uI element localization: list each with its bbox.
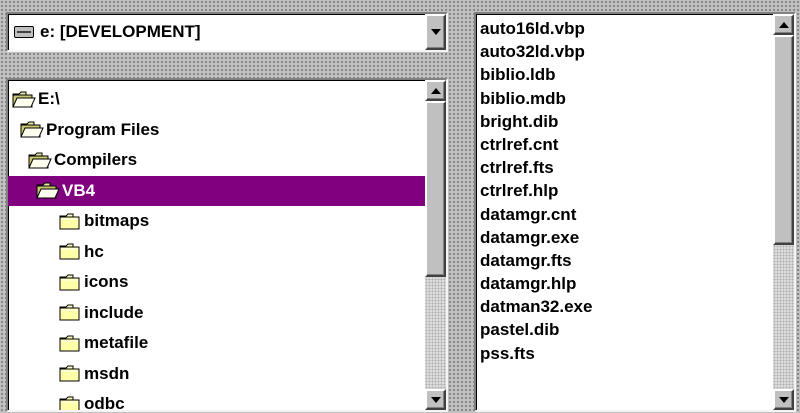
directory-list[interactable]: E:\ Program Files Compilers VB4 bitmaps hc ico… bbox=[6, 78, 448, 412]
directory-item[interactable]: Compilers bbox=[8, 145, 425, 176]
closed-folder-icon bbox=[58, 274, 82, 291]
arrow-up-icon bbox=[778, 21, 789, 28]
directory-item[interactable]: metafile bbox=[8, 328, 425, 359]
drive-combo-display[interactable]: e: [DEVELOPMENT] bbox=[8, 14, 425, 50]
directory-item-label: metafile bbox=[84, 333, 149, 353]
file-item[interactable]: datamgr.cnt bbox=[476, 203, 773, 226]
directory-item-label: odbc bbox=[84, 394, 125, 410]
directory-item-label: Program Files bbox=[46, 119, 160, 139]
file-item[interactable]: datamgr.hlp bbox=[476, 272, 773, 295]
directory-scroll-down-button[interactable] bbox=[425, 389, 446, 410]
arrow-up-icon bbox=[430, 87, 441, 94]
open-folder-icon bbox=[36, 182, 60, 199]
file-item[interactable]: biblio.mdb bbox=[476, 87, 773, 110]
open-folder-icon bbox=[28, 152, 52, 169]
file-scroll-track[interactable] bbox=[773, 35, 794, 389]
closed-folder-icon bbox=[58, 213, 82, 230]
open-folder-icon bbox=[12, 91, 36, 108]
arrow-down-icon bbox=[778, 396, 789, 403]
directory-item-label: Compilers bbox=[54, 150, 138, 170]
directory-scrollbar[interactable] bbox=[425, 80, 446, 410]
arrow-down-icon bbox=[430, 396, 441, 403]
closed-folder-icon bbox=[58, 243, 82, 260]
file-item[interactable]: ctrlref.fts bbox=[476, 156, 773, 179]
directory-item[interactable]: VB4 bbox=[8, 175, 425, 206]
closed-folder-icon bbox=[58, 304, 82, 321]
directory-scroll-thumb[interactable] bbox=[425, 101, 446, 277]
closed-folder-icon bbox=[58, 365, 82, 382]
file-item[interactable]: auto16ld.vbp bbox=[476, 17, 773, 40]
directory-item[interactable]: bitmaps bbox=[8, 206, 425, 237]
file-item[interactable]: auto32ld.vbp bbox=[476, 40, 773, 63]
open-folder-icon bbox=[20, 121, 44, 138]
directory-scroll-up-button[interactable] bbox=[425, 80, 446, 101]
file-list-items: auto16ld.vbp auto32ld.vbp biblio.ldb biblio… bbox=[476, 14, 773, 410]
closed-folder-icon bbox=[58, 335, 82, 352]
file-scroll-thumb[interactable] bbox=[773, 35, 794, 245]
directory-list-items: E:\ Program Files Compilers VB4 bitmaps hc ico… bbox=[8, 80, 425, 410]
directory-item[interactable]: odbc bbox=[8, 389, 425, 410]
directory-item[interactable]: msdn bbox=[8, 359, 425, 390]
file-item[interactable]: pss.fts bbox=[476, 342, 773, 365]
file-scroll-down-button[interactable] bbox=[773, 389, 794, 410]
file-item[interactable]: bright.dib bbox=[476, 110, 773, 133]
directory-item[interactable]: hc bbox=[8, 237, 425, 268]
file-item[interactable]: datamgr.fts bbox=[476, 249, 773, 272]
file-item[interactable]: pastel.dib bbox=[476, 318, 773, 341]
directory-item-label: VB4 bbox=[62, 180, 96, 200]
file-item[interactable]: datman32.exe bbox=[476, 295, 773, 318]
directory-item-label: icons bbox=[84, 272, 129, 292]
file-item[interactable]: ctrlref.hlp bbox=[476, 179, 773, 202]
directory-item-label: bitmaps bbox=[84, 211, 150, 231]
directory-item[interactable]: include bbox=[8, 298, 425, 329]
directory-item[interactable]: icons bbox=[8, 267, 425, 298]
file-item[interactable]: ctrlref.cnt bbox=[476, 133, 773, 156]
chevron-down-icon bbox=[430, 29, 441, 35]
file-list[interactable]: auto16ld.vbp auto32ld.vbp biblio.ldb biblio… bbox=[474, 12, 796, 412]
drive-combo[interactable]: e: [DEVELOPMENT] bbox=[6, 12, 448, 52]
directory-scroll-track[interactable] bbox=[425, 101, 446, 389]
directory-item[interactable]: E:\ bbox=[8, 84, 425, 115]
file-scrollbar[interactable] bbox=[773, 14, 794, 410]
hard-drive-icon bbox=[14, 26, 34, 38]
drive-dropdown-button[interactable] bbox=[425, 14, 446, 50]
directory-item-label: include bbox=[84, 302, 144, 322]
directory-item[interactable]: Program Files bbox=[8, 115, 425, 146]
directory-item-label: hc bbox=[84, 241, 104, 261]
closed-folder-icon bbox=[58, 396, 82, 410]
directory-item-label: E:\ bbox=[38, 89, 60, 109]
file-scroll-up-button[interactable] bbox=[773, 14, 794, 35]
directory-item-label: msdn bbox=[84, 363, 130, 383]
file-item[interactable]: datamgr.exe bbox=[476, 226, 773, 249]
drive-combo-value: e: [DEVELOPMENT] bbox=[40, 22, 201, 41]
file-item[interactable]: biblio.ldb bbox=[476, 63, 773, 86]
